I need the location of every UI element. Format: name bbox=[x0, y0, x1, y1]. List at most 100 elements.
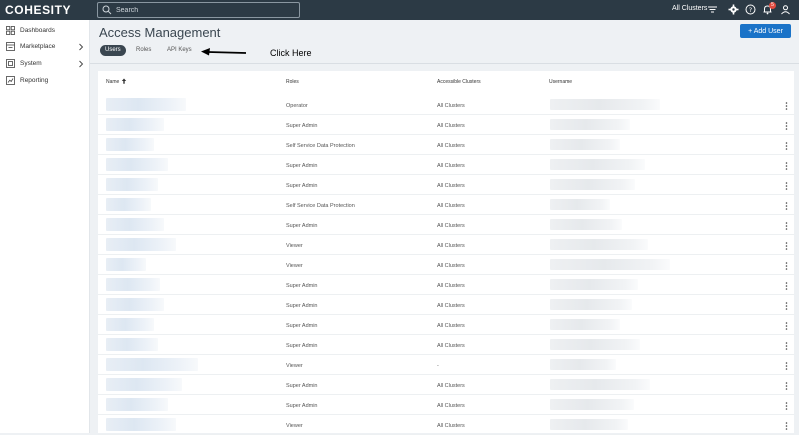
username-cell-redacted bbox=[550, 159, 645, 170]
table-row[interactable]: Super Admin All Clusters bbox=[98, 375, 794, 395]
clusters-cell: All Clusters bbox=[437, 243, 465, 249]
reporting-icon bbox=[6, 76, 15, 85]
table-row[interactable]: Operator All Clusters bbox=[98, 95, 794, 115]
column-header-roles[interactable]: Roles bbox=[286, 79, 299, 85]
clusters-cell: All Clusters bbox=[437, 103, 465, 109]
chevron-right-icon[interactable] bbox=[78, 60, 84, 68]
row-actions-icon[interactable] bbox=[785, 382, 788, 390]
clusters-cell: All Clusters bbox=[437, 283, 465, 289]
row-actions-icon[interactable] bbox=[785, 302, 788, 310]
sidebar-item-label: Reporting bbox=[20, 77, 49, 84]
table-row[interactable]: Super Admin All Clusters bbox=[98, 335, 794, 355]
name-cell-redacted bbox=[106, 358, 198, 371]
row-actions-icon[interactable] bbox=[785, 142, 788, 150]
notification-badge: 5 bbox=[769, 2, 776, 9]
help-icon[interactable]: ? bbox=[745, 4, 756, 15]
clusters-cell: All Clusters bbox=[437, 163, 465, 169]
row-actions-icon[interactable] bbox=[785, 182, 788, 190]
gear-icon[interactable] bbox=[728, 4, 739, 15]
row-actions-icon[interactable] bbox=[785, 402, 788, 410]
annotation-arrow-icon bbox=[201, 48, 247, 56]
table-row[interactable]: Self Service Data Protection All Clusters bbox=[98, 195, 794, 215]
cohesity-logo[interactable]: COHESITY bbox=[5, 3, 71, 17]
cluster-selector-label[interactable]: All Clusters bbox=[672, 5, 707, 12]
name-cell-redacted bbox=[106, 378, 182, 391]
role-cell: Super Admin bbox=[286, 383, 318, 389]
column-header-username[interactable]: Username bbox=[549, 79, 572, 85]
row-actions-icon[interactable] bbox=[785, 342, 788, 350]
table-row[interactable]: Super Admin All Clusters bbox=[98, 275, 794, 295]
clusters-cell: All Clusters bbox=[437, 123, 465, 129]
search-box[interactable] bbox=[97, 2, 300, 18]
table-row[interactable]: Super Admin All Clusters bbox=[98, 155, 794, 175]
clusters-cell: All Clusters bbox=[437, 323, 465, 329]
table-row[interactable]: Super Admin All Clusters bbox=[98, 115, 794, 135]
user-icon[interactable] bbox=[780, 4, 791, 15]
page-title: Access Management bbox=[99, 25, 221, 40]
tab-api-keys[interactable]: API Keys bbox=[167, 45, 192, 56]
sidebar-item-dashboards[interactable]: Dashboards bbox=[0, 23, 89, 39]
username-cell-redacted bbox=[550, 279, 638, 290]
row-actions-icon[interactable] bbox=[785, 202, 788, 210]
clusters-cell: All Clusters bbox=[437, 383, 465, 389]
username-cell-redacted bbox=[550, 199, 610, 210]
column-header-name[interactable]: Name bbox=[106, 79, 119, 85]
table-row[interactable]: Super Admin All Clusters bbox=[98, 315, 794, 335]
chevron-right-icon[interactable] bbox=[78, 43, 84, 51]
row-actions-icon[interactable] bbox=[785, 222, 788, 230]
row-actions-icon[interactable] bbox=[785, 422, 788, 430]
name-cell-redacted bbox=[106, 118, 164, 131]
users-table: Name Roles Accessible Clusters Username … bbox=[98, 71, 794, 435]
tab-users[interactable]: Users bbox=[100, 45, 126, 56]
sidebar-item-reporting[interactable]: Reporting bbox=[0, 73, 89, 89]
role-cell: Viewer bbox=[286, 243, 303, 249]
role-cell: Operator bbox=[286, 103, 308, 109]
row-actions-icon[interactable] bbox=[785, 262, 788, 270]
row-actions-icon[interactable] bbox=[785, 242, 788, 250]
system-icon bbox=[6, 59, 15, 68]
role-cell: Super Admin bbox=[286, 303, 318, 309]
table-row[interactable]: Super Admin All Clusters bbox=[98, 175, 794, 195]
clusters-cell: All Clusters bbox=[437, 343, 465, 349]
clusters-cell: All Clusters bbox=[437, 403, 465, 409]
table-row[interactable]: Super Admin All Clusters bbox=[98, 395, 794, 415]
filter-icon[interactable] bbox=[707, 4, 718, 15]
table-header: Name Roles Accessible Clusters Username bbox=[98, 71, 794, 91]
role-cell: Viewer bbox=[286, 363, 303, 369]
table-row[interactable]: Super Admin All Clusters bbox=[98, 295, 794, 315]
table-row[interactable]: Viewer All Clusters bbox=[98, 235, 794, 255]
username-cell-redacted bbox=[550, 419, 628, 430]
tab-roles[interactable]: Roles bbox=[136, 45, 151, 56]
role-cell: Super Admin bbox=[286, 403, 318, 409]
sidebar-item-marketplace[interactable]: Marketplace bbox=[0, 39, 89, 55]
annotation-label: Click Here bbox=[270, 48, 312, 58]
name-cell-redacted bbox=[106, 318, 154, 331]
sort-ascending-icon[interactable] bbox=[121, 78, 127, 84]
row-actions-icon[interactable] bbox=[785, 282, 788, 290]
name-cell-redacted bbox=[106, 238, 176, 251]
sidebar-item-system[interactable]: System bbox=[0, 56, 89, 72]
row-actions-icon[interactable] bbox=[785, 322, 788, 330]
table-row[interactable]: Viewer All Clusters bbox=[98, 255, 794, 275]
username-cell-redacted bbox=[550, 259, 670, 270]
table-row[interactable]: Super Admin All Clusters bbox=[98, 215, 794, 235]
row-actions-icon[interactable] bbox=[785, 162, 788, 170]
role-cell: Super Admin bbox=[286, 183, 318, 189]
name-cell-redacted bbox=[106, 218, 164, 231]
table-row[interactable]: Viewer All Clusters bbox=[98, 415, 794, 435]
table-row[interactable]: Self Service Data Protection All Clusters bbox=[98, 135, 794, 155]
clusters-cell: All Clusters bbox=[437, 223, 465, 229]
row-actions-icon[interactable] bbox=[785, 102, 788, 110]
search-input[interactable] bbox=[116, 3, 294, 17]
name-cell-redacted bbox=[106, 178, 158, 191]
name-cell-redacted bbox=[106, 278, 160, 291]
add-user-button[interactable]: + Add User bbox=[740, 24, 791, 38]
name-cell-redacted bbox=[106, 338, 158, 351]
row-actions-icon[interactable] bbox=[785, 122, 788, 130]
username-cell-redacted bbox=[550, 359, 616, 370]
row-actions-icon[interactable] bbox=[785, 362, 788, 370]
column-header-accessible-clusters[interactable]: Accessible Clusters bbox=[437, 79, 481, 85]
table-row[interactable]: Viewer - bbox=[98, 355, 794, 375]
sidebar-item-label: Marketplace bbox=[20, 43, 56, 50]
top-bar: COHESITY All Clusters ? 5 bbox=[0, 0, 799, 20]
